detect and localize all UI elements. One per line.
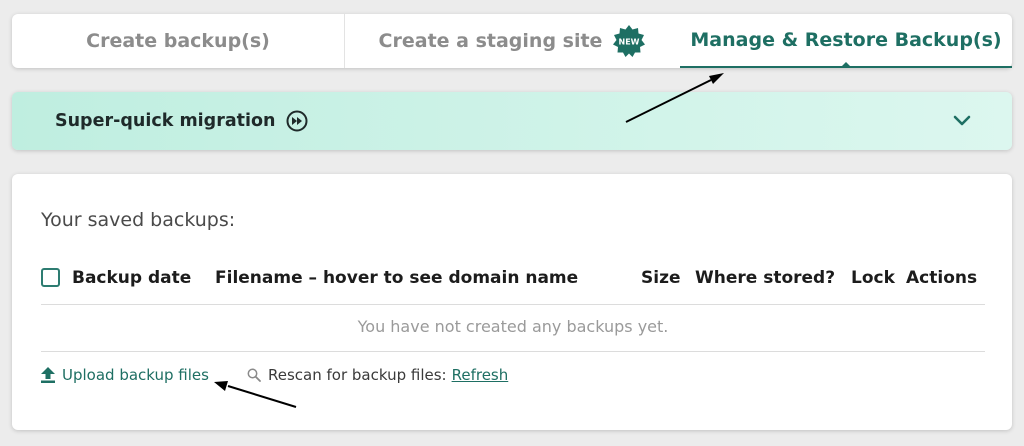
tab-create-staging-site[interactable]: Create a staging site NEW (345, 14, 680, 68)
refresh-link[interactable]: Refresh (452, 366, 509, 384)
super-quick-migration-bar[interactable]: Super-quick migration (12, 92, 1012, 150)
empty-backups-message: You have not created any backups yet. (41, 305, 985, 352)
saved-backups-panel: Your saved backups: Backup date Filename… (12, 174, 1012, 430)
tab-manage-restore-backups[interactable]: Manage & Restore Backup(s) (680, 14, 1012, 68)
active-tab-indicator (841, 62, 851, 67)
column-where-stored: Where stored? (695, 268, 836, 288)
rescan-section: Rescan for backup files: Refresh (247, 366, 508, 384)
upload-icon (41, 367, 55, 383)
tab-label: Manage & Restore Backup(s) (690, 29, 1002, 51)
column-size: Size (641, 268, 681, 288)
search-icon (247, 368, 261, 382)
column-backup-date: Backup date (72, 268, 192, 288)
tab-label: Create backup(s) (86, 30, 270, 52)
chevron-down-icon[interactable] (952, 111, 972, 131)
saved-backups-title: Your saved backups: (41, 209, 236, 231)
migration-title: Super-quick migration (55, 111, 276, 131)
column-actions: Actions (906, 268, 978, 288)
upload-label: Upload backup files (62, 366, 209, 384)
fast-forward-icon (286, 110, 307, 132)
tab-create-backups[interactable]: Create backup(s) (12, 14, 345, 68)
column-lock: Lock (851, 268, 895, 288)
tab-bar: Create backup(s) Create a staging site N… (12, 14, 1012, 68)
new-badge-icon: NEW (613, 25, 646, 57)
backups-table-header: Backup date Filename – hover to see doma… (41, 266, 985, 305)
new-badge-text: NEW (619, 38, 640, 47)
select-all-checkbox[interactable] (41, 268, 60, 287)
column-filename: Filename – hover to see domain name (215, 268, 579, 288)
rescan-label: Rescan for backup files: (268, 366, 447, 384)
upload-backup-files-link[interactable]: Upload backup files (41, 366, 209, 384)
tab-label: Create a staging site (378, 30, 603, 52)
